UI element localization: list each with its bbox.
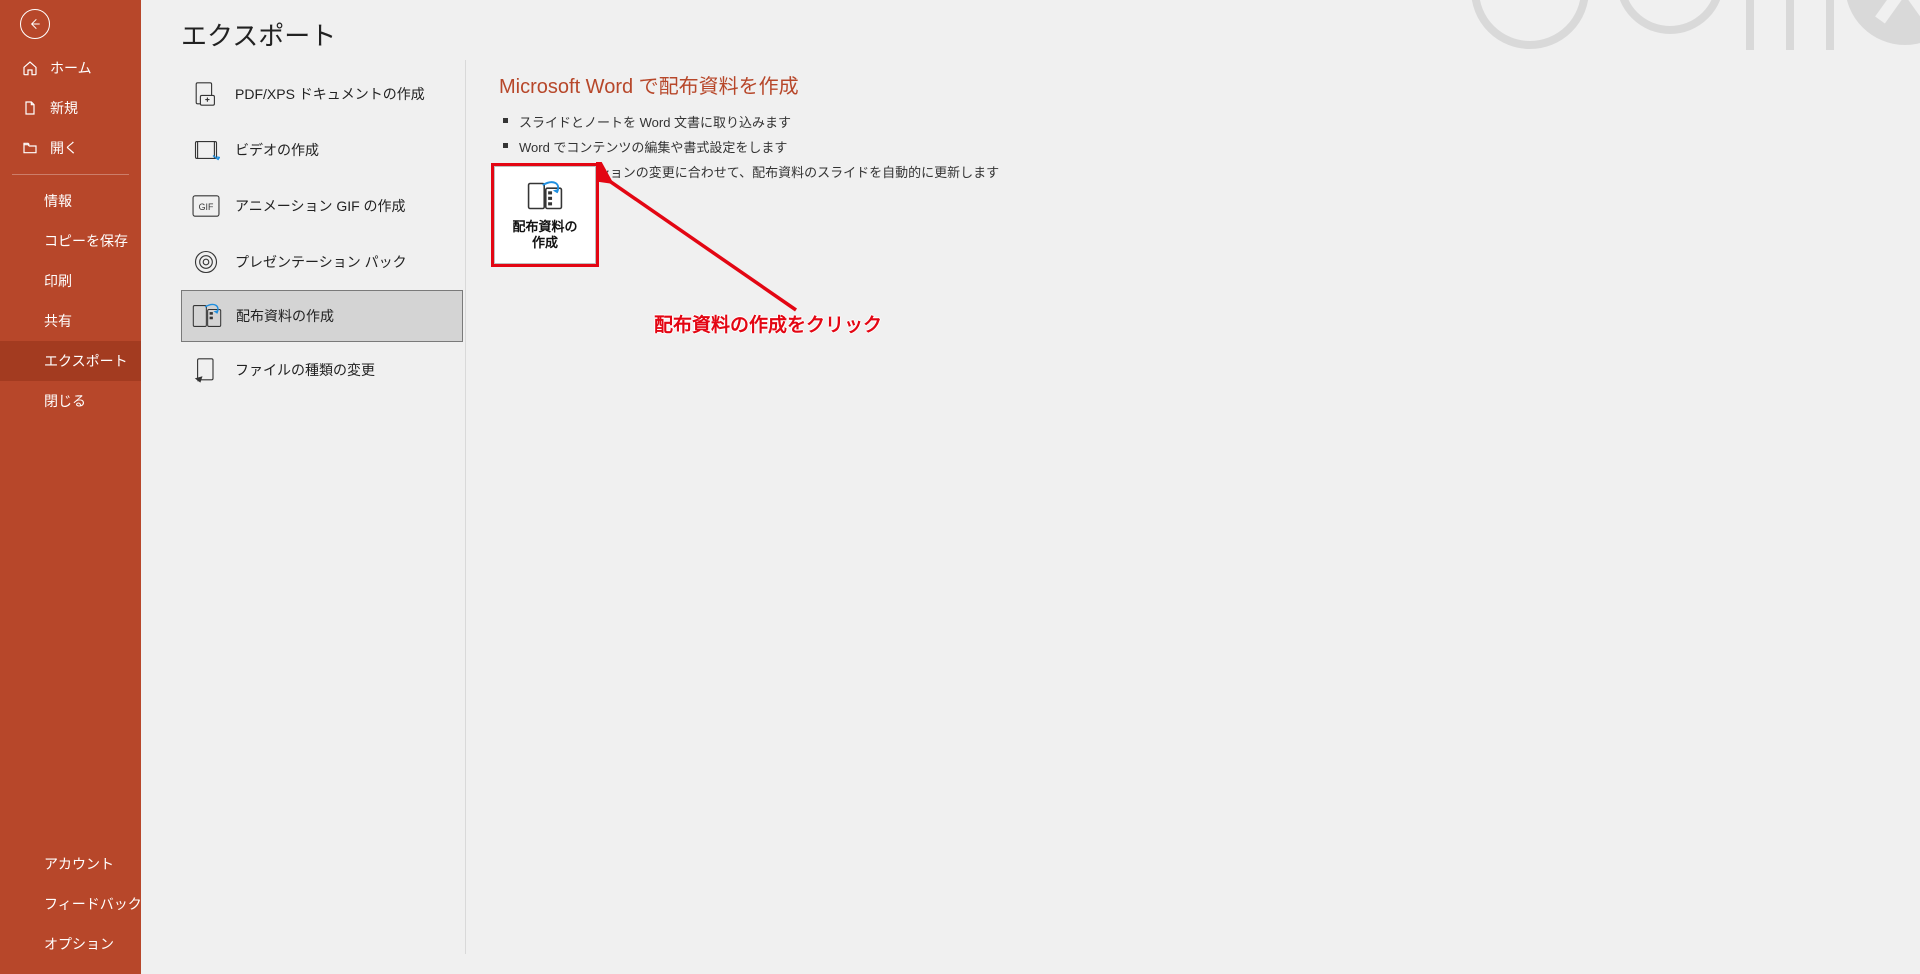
changetype-icon: [191, 355, 221, 385]
sidebar-item-new[interactable]: 新規: [0, 88, 141, 128]
sidebar-item-open[interactable]: 開く: [0, 128, 141, 168]
sidebar-item-feedback[interactable]: フィードバック: [0, 884, 141, 924]
sidebar-item-home[interactable]: ホーム: [0, 48, 141, 88]
sidebar-separator: [12, 174, 129, 175]
detail-title: Microsoft Word で配布資料を作成: [499, 70, 999, 99]
vertical-divider: [465, 60, 466, 954]
export-option-label: アニメーション GIF の作成: [235, 196, 406, 216]
export-option-gif[interactable]: GIF アニメーション GIF の作成: [181, 178, 463, 234]
annotation-arrow: [596, 162, 806, 317]
export-option-label: 配布資料の作成: [236, 306, 334, 326]
sidebar-item-label: エクスポート: [44, 351, 128, 371]
detail-bullet: スライドとノートを Word 文書に取り込みます: [499, 109, 999, 134]
pdfxps-icon: [191, 79, 221, 109]
handout-icon: [192, 301, 222, 331]
sidebar-item-label: 印刷: [44, 271, 72, 291]
svg-text:GIF: GIF: [199, 202, 214, 212]
export-option-changetype[interactable]: ファイルの種類の変更: [181, 342, 463, 398]
new-icon: [20, 98, 40, 118]
video-icon: [191, 135, 221, 165]
back-button[interactable]: [0, 0, 141, 48]
detail-bullet: Word でコンテンツの編集や書式設定をします: [499, 134, 999, 159]
sidebar-item-print[interactable]: 印刷: [0, 261, 141, 301]
export-option-label: プレゼンテーション パック: [235, 252, 407, 272]
open-icon: [20, 138, 40, 158]
sidebar-item-options[interactable]: オプション: [0, 924, 141, 964]
export-option-package[interactable]: プレゼンテーション パック: [181, 234, 463, 290]
page-title: エクスポート: [181, 16, 336, 53]
sidebar-item-close[interactable]: 閉じる: [0, 381, 141, 421]
sidebar-item-label: 閉じる: [44, 391, 86, 411]
sidebar-item-label: フィードバック: [44, 894, 142, 914]
sidebar-item-label: アカウント: [44, 854, 114, 874]
export-option-handout[interactable]: 配布資料の作成: [181, 290, 463, 342]
sidebar-item-info[interactable]: 情報: [0, 181, 141, 221]
sidebar-item-label: 情報: [44, 191, 72, 211]
sidebar-item-account[interactable]: アカウント: [0, 844, 141, 884]
export-options-list: PDF/XPS ドキュメントの作成ビデオの作成 GIF アニメーション GIF の作…: [181, 66, 463, 398]
sidebar-item-export[interactable]: エクスポート: [0, 341, 141, 381]
export-option-label: ビデオの作成: [235, 140, 319, 160]
sidebar-item-label: コピーを保存: [44, 231, 128, 251]
backstage-sidebar: ホーム新規開く 情報コピーを保存印刷共有エクスポート閉じる アカウントフィードバ…: [0, 0, 141, 974]
backstage-main: エクスポート PDF/XPS ドキュメントの作成ビデオの作成 GIF アニメーション…: [141, 0, 1920, 974]
sidebar-item-label: 新規: [50, 98, 78, 118]
gif-icon: GIF: [191, 191, 221, 221]
export-option-video[interactable]: ビデオの作成: [181, 122, 463, 178]
annotation-text: 配布資料の作成をクリック: [654, 310, 882, 337]
create-handouts-button[interactable]: 配布資料の作成: [494, 166, 596, 264]
decorative-shapes: [1450, 0, 1920, 110]
sidebar-item-share[interactable]: 共有: [0, 301, 141, 341]
annotation-highlight-box: 配布資料の作成: [491, 163, 599, 267]
sidebar-item-label: 共有: [44, 311, 72, 331]
export-option-label: ファイルの種類の変更: [235, 360, 375, 380]
handouts-arrow-icon: [527, 179, 563, 213]
sidebar-item-label: オプション: [44, 934, 114, 954]
sidebar-item-savecopy[interactable]: コピーを保存: [0, 221, 141, 261]
sidebar-item-label: 開く: [50, 138, 78, 158]
sidebar-item-label: ホーム: [50, 58, 92, 78]
back-arrow-icon: [20, 9, 50, 39]
export-option-pdfxps[interactable]: PDF/XPS ドキュメントの作成: [181, 66, 463, 122]
package-icon: [191, 247, 221, 277]
export-option-label: PDF/XPS ドキュメントの作成: [235, 84, 425, 104]
home-icon: [20, 58, 40, 78]
create-handouts-button-label: 配布資料の作成: [512, 219, 577, 250]
